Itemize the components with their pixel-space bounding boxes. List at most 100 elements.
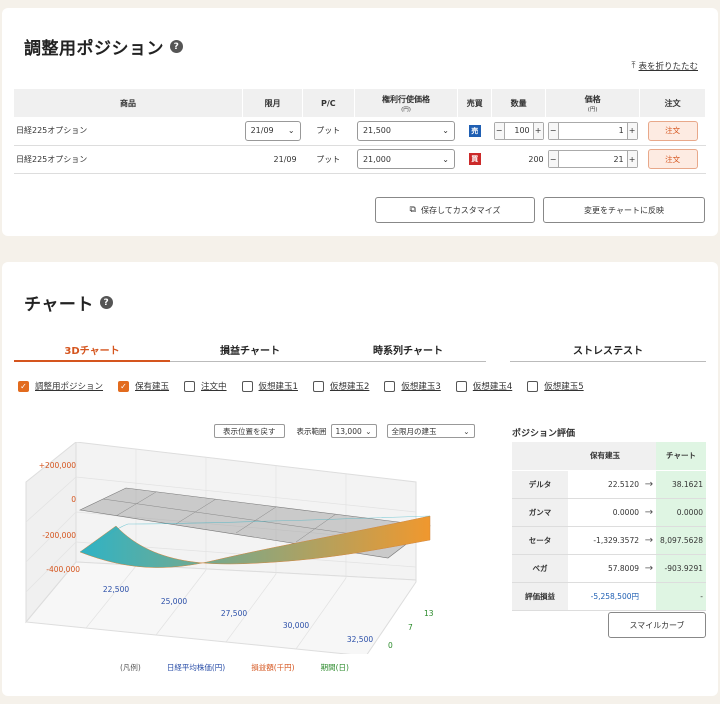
chart-controls: 表示位置を戻す 表示範囲 13,000 ⌄ 全限月の建玉 ⌄	[214, 424, 475, 438]
eval-chart: 38.1621	[656, 470, 706, 499]
expiry-filter-select[interactable]: 全限月の建玉 ⌄	[386, 424, 475, 438]
pc-cell: プット	[302, 117, 354, 146]
help-icon[interactable]: ?	[170, 40, 183, 53]
plus-icon[interactable]: +	[533, 122, 543, 139]
position-section-title: 調整用ポジション ?	[24, 34, 183, 59]
minus-icon[interactable]: −	[548, 151, 558, 167]
price-value[interactable]: 1	[557, 122, 628, 139]
check-adjust-position[interactable]: ✓ 調整用ポジション	[18, 380, 103, 392]
check-virtual-5[interactable]: 仮想建玉5	[527, 380, 584, 392]
price-stepper[interactable]: − 21 +	[547, 150, 638, 168]
strike-unit: (円)	[401, 106, 411, 113]
chevron-down-icon: ⌄	[442, 154, 449, 164]
arrow-right-icon: →	[642, 526, 656, 555]
x-tick: 30,000	[283, 621, 309, 630]
x-tick: 22,500	[103, 585, 129, 594]
checkbox-icon[interactable]	[241, 380, 253, 392]
quantity-value[interactable]: 100	[503, 122, 534, 139]
price-stepper[interactable]: − 1 +	[547, 121, 638, 140]
minus-icon[interactable]: −	[548, 122, 558, 139]
y-tick: +200,000	[39, 461, 77, 470]
eval-label: ベガ	[512, 554, 568, 583]
3d-surface-chart[interactable]: +200,000 0 -200,000 -400,000 22,500 25,0…	[16, 442, 436, 654]
checkbox-icon[interactable]	[384, 380, 396, 392]
check-virtual-2[interactable]: 仮想建玉2	[312, 380, 369, 392]
strike-value: 21,500	[362, 126, 391, 136]
range-label: 表示範囲	[296, 426, 327, 436]
chart-title: チャート	[24, 295, 94, 315]
price-value[interactable]: 21	[557, 151, 628, 167]
checkbox-icon[interactable]	[527, 380, 539, 392]
evaluation-title: ポジション評価	[512, 429, 576, 439]
pc-cell: プット	[302, 145, 354, 174]
help-icon[interactable]: ?	[99, 296, 113, 309]
collapse-table-link[interactable]: ⤒ 表を折りたたむ	[632, 60, 699, 72]
sell-badge: 売	[468, 124, 481, 137]
expiry-select[interactable]: 21/09 ⌄	[244, 120, 301, 141]
legend-prefix: (凡例)	[120, 663, 141, 672]
z-tick: 7	[408, 623, 413, 632]
chart-legend: (凡例) 日経平均株価(円) 損益額(千円) 期間(日)	[120, 662, 375, 673]
reflect-chart-button[interactable]: 変更をチャートに反映	[543, 197, 705, 223]
save-customize-button[interactable]: ⧉ 保存してカスタマイズ	[375, 197, 535, 223]
table-row: デルタ 22.5120 → 38.1621	[512, 470, 706, 499]
chevron-down-icon: ⌄	[287, 126, 295, 136]
eval-chart: -	[656, 582, 706, 611]
price-header-label: 価格	[584, 94, 601, 104]
checkbox-icon[interactable]	[184, 380, 196, 392]
order-button[interactable]: 注文	[647, 149, 698, 169]
chart-tabs: 3Dチャート 損益チャート 時系列チャート ストレステスト	[14, 338, 706, 364]
table-row: 日経225オプション 21/09 ⌄ プット 21,500 ⌄ 売 − 100 + …	[14, 117, 706, 146]
plus-icon[interactable]: +	[627, 151, 637, 167]
check-virtual-3[interactable]: 仮想建玉3	[384, 380, 441, 392]
eval-label: ガンマ	[512, 498, 568, 527]
checkbox-icon[interactable]	[312, 380, 324, 392]
tab-pnl-chart[interactable]: 損益チャート	[170, 338, 330, 362]
check-label: 仮想建玉4	[472, 382, 513, 392]
tab-stress-test[interactable]: ストレステスト	[510, 338, 706, 362]
check-held-position[interactable]: ✓ 保有建玉	[118, 380, 169, 392]
quantity-stepper[interactable]: − 100 +	[493, 121, 544, 140]
eval-held: 57.8009	[568, 554, 642, 583]
collapse-label: 表を折りたたむ	[638, 62, 698, 72]
table-row: 日経225オプション 21/09 プット 21,000 ⌄ 買 200 − 21 …	[14, 145, 706, 174]
z-tick: 0	[388, 641, 393, 650]
product-cell: 日経225オプション	[14, 145, 243, 174]
collapse-arrow-icon: ⤒	[631, 61, 636, 71]
checkbox-icon[interactable]	[455, 380, 467, 392]
plus-icon[interactable]: +	[627, 122, 637, 139]
eval-chart: -903.9291	[656, 554, 706, 583]
arrow-right-icon: →	[642, 498, 656, 527]
header-order: 注文	[639, 89, 706, 117]
range-select[interactable]: 13,000 ⌄	[330, 424, 377, 438]
legend-z: 期間(日)	[320, 663, 349, 672]
range-value: 13,000	[335, 426, 362, 436]
table-row: セータ -1,329.3572 → 8,097.5628	[512, 526, 706, 555]
header-strike: 権利行使価格 (円)	[354, 89, 459, 117]
check-pending-order[interactable]: 注文中	[184, 380, 227, 392]
quantity-cell: 200	[491, 145, 546, 174]
y-tick: 0	[71, 495, 76, 504]
reset-view-button[interactable]: 表示位置を戻す	[214, 424, 285, 438]
strike-select[interactable]: 21,000 ⌄	[356, 149, 455, 169]
checkbox-checked-icon[interactable]: ✓	[18, 380, 29, 392]
minus-icon[interactable]: −	[494, 122, 504, 139]
tab-3d-chart[interactable]: 3Dチャート	[14, 338, 170, 362]
x-tick: 32,500	[347, 635, 373, 644]
order-button[interactable]: 注文	[647, 120, 698, 141]
x-tick: 27,500	[221, 609, 247, 618]
header-pc: P/C	[302, 89, 355, 117]
checkbox-checked-icon[interactable]: ✓	[118, 380, 130, 392]
chart-card: チャート ? 3Dチャート 損益チャート 時系列チャート ストレステスト ✓ 調整…	[2, 262, 718, 696]
check-virtual-1[interactable]: 仮想建玉1	[241, 380, 298, 392]
check-virtual-4[interactable]: 仮想建玉4	[455, 380, 513, 392]
arrow-right-icon: →	[642, 554, 656, 583]
eval-label: 評価損益	[512, 582, 568, 611]
tab-timeseries-chart[interactable]: 時系列チャート	[330, 338, 486, 362]
smile-curve-button[interactable]: スマイルカーブ	[608, 612, 706, 638]
eval-label: セータ	[512, 526, 568, 555]
expiry-cell: 21/09	[242, 145, 303, 174]
strike-select[interactable]: 21,500 ⌄	[356, 120, 455, 141]
price-unit: (円)	[587, 106, 598, 113]
check-label: 仮想建玉5	[544, 382, 584, 392]
